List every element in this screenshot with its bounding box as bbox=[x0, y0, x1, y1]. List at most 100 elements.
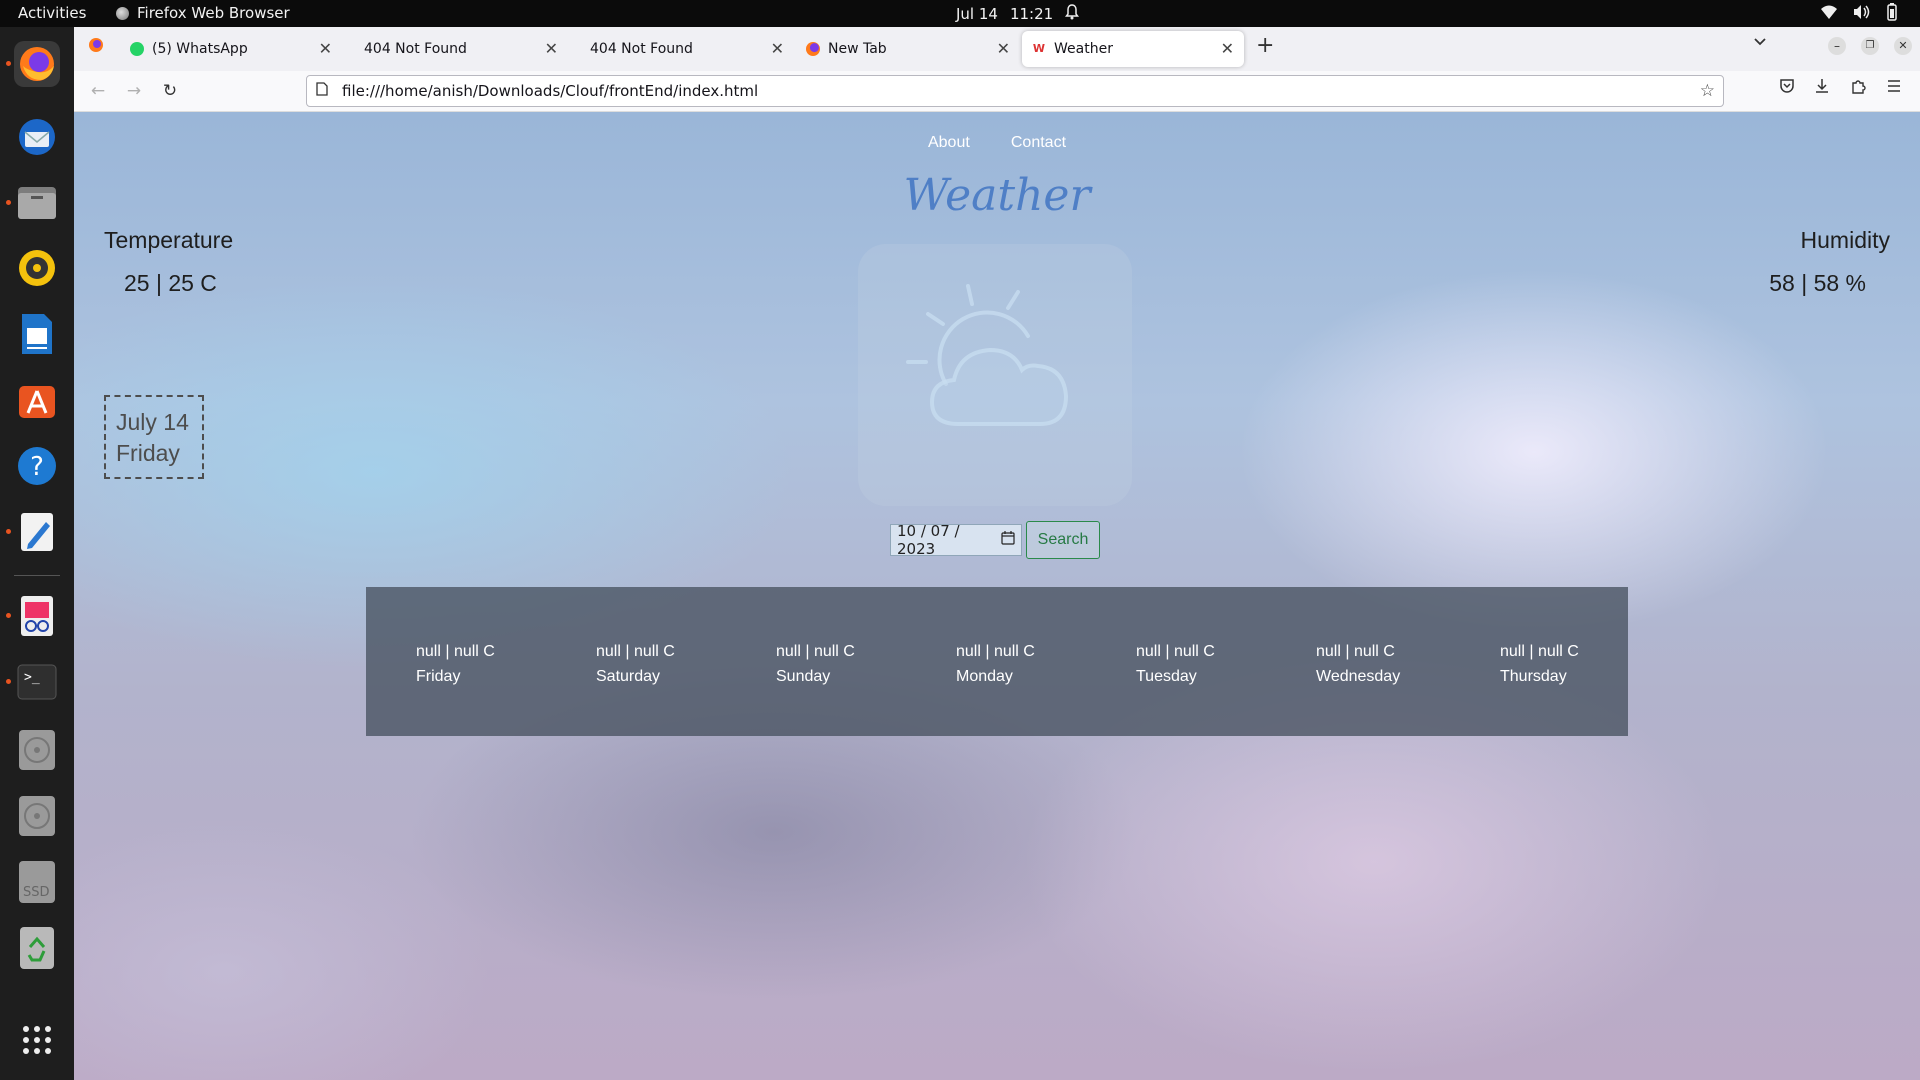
close-icon[interactable]: ✕ bbox=[545, 39, 558, 58]
search-button[interactable]: Search bbox=[1026, 521, 1100, 559]
date-input[interactable]: 10 / 07 / 2023 bbox=[890, 522, 1022, 558]
tab-label: New Tab bbox=[828, 41, 887, 57]
forecast-item: null | null C Thursday bbox=[1500, 639, 1579, 689]
temperature-panel: Temperature 25 | 25 C bbox=[104, 227, 233, 297]
ssd-drive-icon[interactable]: SSD bbox=[14, 859, 60, 905]
tab-whatsapp[interactable]: (5) WhatsApp ✕ bbox=[120, 31, 342, 67]
system-tray[interactable] bbox=[1820, 3, 1900, 25]
humidity-panel: Humidity 58 | 58 % bbox=[1769, 227, 1890, 297]
clock-time: 11:21 bbox=[1009, 5, 1054, 23]
restore-icon[interactable]: ❐ bbox=[1861, 37, 1879, 55]
activities-button[interactable]: Activities bbox=[18, 4, 86, 22]
tab-new-tab[interactable]: New Tab ✕ bbox=[796, 31, 1020, 67]
show-apps-icon[interactable] bbox=[14, 1017, 60, 1063]
volume-icon bbox=[1852, 4, 1870, 24]
forecast-item: null | null C Saturday bbox=[596, 639, 675, 689]
window-close-icon[interactable]: ✕ bbox=[1894, 37, 1912, 55]
date-search-form: 10 / 07 / 2023 Search bbox=[890, 521, 1100, 559]
tab-404-2[interactable]: 404 Not Found ✕ bbox=[570, 31, 794, 67]
disc-icon[interactable] bbox=[14, 727, 60, 773]
forecast-temp: null | null C bbox=[1500, 643, 1579, 660]
downloads-icon[interactable] bbox=[1814, 78, 1830, 99]
reload-icon[interactable]: ↻ bbox=[156, 77, 184, 105]
forecast-temp: null | null C bbox=[776, 643, 855, 660]
forecast-day: Sunday bbox=[776, 668, 831, 685]
temperature-value: 25 | 25 C bbox=[124, 270, 217, 296]
firefox-view-icon[interactable] bbox=[88, 37, 104, 58]
forecast-item: null | null C Tuesday bbox=[1136, 639, 1215, 689]
tab-label: 404 Not Found bbox=[590, 41, 693, 57]
current-day: Friday bbox=[116, 440, 180, 466]
forecast-temp: null | null C bbox=[596, 643, 675, 660]
page-icon bbox=[316, 82, 328, 100]
minimize-icon[interactable]: – bbox=[1828, 37, 1846, 55]
weather-favicon-icon: W bbox=[1032, 42, 1046, 56]
system-top-bar: Activities Firefox Web Browser Jul 14 11… bbox=[0, 0, 1920, 27]
date-input-value: 10 / 07 / 2023 bbox=[897, 522, 960, 558]
page-nav: About Contact bbox=[74, 132, 1920, 152]
humidity-heading: Humidity bbox=[1800, 227, 1890, 253]
firefox-app-icon bbox=[116, 6, 129, 20]
close-icon[interactable]: ✕ bbox=[1221, 39, 1234, 58]
humidity-value: 58 | 58 % bbox=[1769, 270, 1866, 296]
forecast-temp: null | null C bbox=[1316, 643, 1395, 660]
ubuntu-dock: ? >_ SSD bbox=[0, 27, 75, 1080]
battery-icon bbox=[1884, 3, 1900, 25]
forecast-day: Saturday bbox=[596, 668, 661, 685]
whatsapp-icon bbox=[130, 42, 144, 56]
calendar-icon[interactable] bbox=[1001, 531, 1015, 549]
app-center-icon[interactable] bbox=[14, 377, 60, 423]
extensions-icon[interactable] bbox=[1850, 78, 1866, 99]
files-icon[interactable] bbox=[6, 180, 60, 226]
current-date-box: July 14 Friday bbox=[104, 395, 204, 479]
page-title: Weather bbox=[903, 170, 1091, 221]
list-all-tabs-chevron-icon[interactable] bbox=[1752, 33, 1768, 54]
close-icon[interactable]: ✕ bbox=[319, 39, 332, 58]
writer-icon[interactable] bbox=[14, 311, 60, 357]
close-icon[interactable]: ✕ bbox=[997, 39, 1010, 58]
disc-icon[interactable] bbox=[14, 793, 60, 839]
tab-weather[interactable]: W Weather ✕ bbox=[1022, 31, 1244, 67]
back-arrow-icon[interactable]: ← bbox=[84, 77, 112, 105]
weather-page: About Contact Weather Temperature 25 | 2… bbox=[74, 112, 1920, 1080]
tab-strip: (5) WhatsApp ✕ 404 Not Found ✕ 404 Not F… bbox=[74, 27, 1920, 71]
ssd-label: SSD bbox=[23, 885, 50, 900]
url-bar[interactable]: ☆ bbox=[306, 75, 1724, 107]
new-tab-plus-icon[interactable]: + bbox=[1256, 33, 1274, 58]
firefox-icon[interactable] bbox=[6, 41, 60, 87]
forecast-day: Wednesday bbox=[1316, 668, 1401, 685]
rhythmbox-icon[interactable] bbox=[14, 245, 60, 291]
svg-text:>_: >_ bbox=[24, 670, 40, 685]
tab-404-1[interactable]: 404 Not Found ✕ bbox=[344, 31, 568, 67]
help-icon[interactable]: ? bbox=[14, 443, 60, 489]
about-link[interactable]: About bbox=[928, 134, 970, 151]
trash-icon[interactable] bbox=[14, 925, 60, 971]
menu-hamburger-icon[interactable] bbox=[1886, 78, 1902, 99]
thunderbird-icon[interactable] bbox=[14, 114, 60, 160]
clock-date: Jul 14 bbox=[956, 5, 998, 23]
forward-arrow-icon[interactable]: → bbox=[120, 77, 148, 105]
forecast-item: null | null C Wednesday bbox=[1316, 639, 1400, 689]
notification-bell-icon bbox=[1065, 4, 1080, 24]
pocket-icon[interactable] bbox=[1779, 78, 1795, 99]
forecast-day: Thursday bbox=[1500, 668, 1567, 685]
terminal-icon[interactable]: >_ bbox=[6, 659, 60, 705]
forecast-item: null | null C Friday bbox=[416, 639, 495, 689]
forecast-temp: null | null C bbox=[956, 643, 1035, 660]
firefox-window: (5) WhatsApp ✕ 404 Not Found ✕ 404 Not F… bbox=[74, 27, 1920, 1080]
clock[interactable]: Jul 14 11:21 bbox=[956, 4, 1080, 24]
navigation-toolbar: ← → ↻ ☆ bbox=[74, 71, 1920, 112]
current-date: July 14 bbox=[116, 409, 189, 435]
forecast-temp: null | null C bbox=[416, 643, 495, 660]
contact-link[interactable]: Contact bbox=[1011, 134, 1066, 151]
bookmark-star-icon[interactable]: ☆ bbox=[1700, 81, 1715, 101]
forecast-item: null | null C Sunday bbox=[776, 639, 855, 689]
app-menu[interactable]: Firefox Web Browser bbox=[116, 4, 290, 22]
close-icon[interactable]: ✕ bbox=[771, 39, 784, 58]
url-input[interactable] bbox=[340, 81, 1644, 101]
forecast-day: Tuesday bbox=[1136, 668, 1197, 685]
text-editor-icon[interactable] bbox=[6, 509, 60, 555]
partly-cloudy-icon bbox=[858, 244, 1132, 506]
image-viewer-icon[interactable] bbox=[6, 593, 60, 639]
tab-label: Weather bbox=[1054, 41, 1113, 57]
